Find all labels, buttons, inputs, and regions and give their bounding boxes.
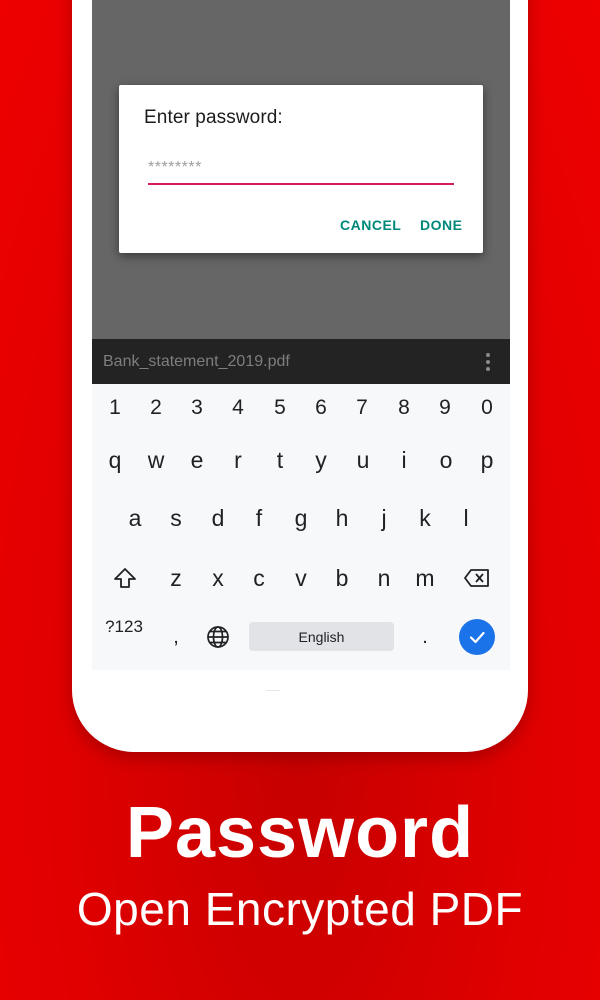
password-dialog: Enter password: CANCEL DONE bbox=[119, 85, 483, 253]
more-vert-icon[interactable] bbox=[486, 353, 490, 371]
phone-screen: Enter password: CANCEL DONE Bank_stateme… bbox=[92, 0, 510, 670]
file-name: Bank_statement_2019.pdf bbox=[103, 353, 290, 370]
password-input[interactable] bbox=[148, 155, 454, 181]
shift-icon bbox=[114, 568, 136, 588]
cancel-button[interactable]: CANCEL bbox=[340, 217, 401, 233]
enter-key[interactable] bbox=[459, 619, 495, 655]
key-y[interactable]: y bbox=[305, 440, 337, 480]
key-r[interactable]: r bbox=[222, 440, 254, 480]
key-7[interactable]: 7 bbox=[347, 392, 377, 424]
key-n[interactable]: n bbox=[368, 558, 400, 598]
symbols-key[interactable]: ?123 bbox=[102, 617, 146, 637]
key-0[interactable]: 0 bbox=[472, 392, 502, 424]
dialog-title: Enter password: bbox=[144, 107, 283, 128]
key-2[interactable]: 2 bbox=[141, 392, 171, 424]
key-p[interactable]: p bbox=[471, 440, 503, 480]
space-key[interactable]: English bbox=[249, 622, 394, 651]
key-z[interactable]: z bbox=[160, 558, 192, 598]
key-v[interactable]: v bbox=[285, 558, 317, 598]
key-a[interactable]: a bbox=[119, 498, 151, 538]
key-e[interactable]: e bbox=[181, 440, 213, 480]
key-4[interactable]: 4 bbox=[223, 392, 253, 424]
key-x[interactable]: x bbox=[202, 558, 234, 598]
key-o[interactable]: o bbox=[430, 440, 462, 480]
key-1[interactable]: 1 bbox=[100, 392, 130, 424]
globe-icon bbox=[207, 626, 229, 648]
home-indicator bbox=[266, 690, 280, 691]
key-5[interactable]: 5 bbox=[265, 392, 295, 424]
promo-subline: Open Encrypted PDF bbox=[76, 883, 524, 935]
key-s[interactable]: s bbox=[160, 498, 192, 538]
key-j[interactable]: j bbox=[368, 498, 400, 538]
key-q[interactable]: q bbox=[99, 440, 131, 480]
done-button[interactable]: DONE bbox=[420, 217, 462, 233]
key-h[interactable]: h bbox=[326, 498, 358, 538]
key-d[interactable]: d bbox=[202, 498, 234, 538]
key-3[interactable]: 3 bbox=[182, 392, 212, 424]
period-key[interactable]: . bbox=[409, 617, 441, 657]
key-l[interactable]: l bbox=[450, 498, 482, 538]
comma-key[interactable]: , bbox=[160, 617, 192, 657]
key-f[interactable]: f bbox=[243, 498, 275, 538]
check-icon bbox=[469, 631, 485, 644]
key-k[interactable]: k bbox=[409, 498, 441, 538]
key-g[interactable]: g bbox=[285, 498, 317, 538]
key-t[interactable]: t bbox=[264, 440, 296, 480]
password-field[interactable] bbox=[148, 155, 454, 185]
key-b[interactable]: b bbox=[326, 558, 358, 598]
backspace-key[interactable] bbox=[461, 558, 493, 598]
shift-key[interactable] bbox=[109, 558, 141, 598]
globe-key[interactable] bbox=[202, 617, 234, 657]
key-i[interactable]: i bbox=[388, 440, 420, 480]
promo-headline: Password bbox=[125, 793, 475, 873]
key-9[interactable]: 9 bbox=[430, 392, 460, 424]
key-u[interactable]: u bbox=[347, 440, 379, 480]
key-6[interactable]: 6 bbox=[306, 392, 336, 424]
backspace-icon bbox=[464, 569, 489, 587]
key-8[interactable]: 8 bbox=[389, 392, 419, 424]
key-w[interactable]: w bbox=[140, 440, 172, 480]
key-m[interactable]: m bbox=[409, 558, 441, 598]
key-c[interactable]: c bbox=[243, 558, 275, 598]
file-bar: Bank_statement_2019.pdf bbox=[92, 339, 510, 384]
keyboard: 1 2 3 4 5 6 7 8 9 0 q w e r t y u i o p … bbox=[92, 384, 510, 670]
